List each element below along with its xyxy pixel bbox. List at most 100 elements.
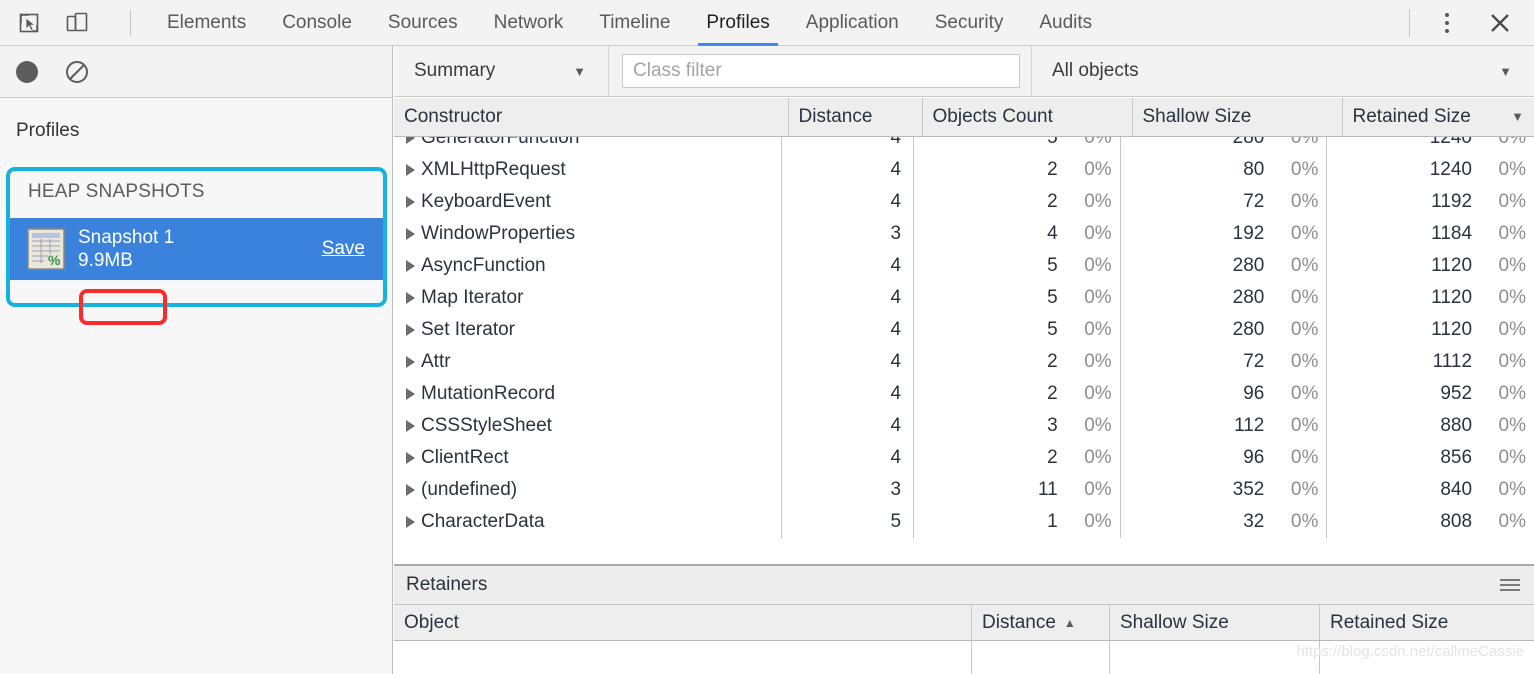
clear-no-entry-icon[interactable] <box>64 59 90 85</box>
cell-shallow-size: 800% <box>1121 154 1328 186</box>
cell-constructor[interactable]: XMLHttpRequest <box>394 154 782 186</box>
tabbar-tabs: Elements Console Sources Network Timelin… <box>149 0 1110 46</box>
triangle-right-icon[interactable] <box>406 164 415 176</box>
triangle-right-icon[interactable] <box>406 324 415 336</box>
objects-scope-select[interactable]: All objects ▼ <box>1031 46 1534 97</box>
cell-distance: 4 <box>782 346 914 378</box>
tab-audits[interactable]: Audits <box>1021 0 1110 46</box>
triangle-right-icon[interactable] <box>406 260 415 272</box>
constructor-name: Set Iterator <box>421 319 515 341</box>
value: 2 <box>914 191 1058 213</box>
cell-retained-size: 8800% <box>1327 410 1534 442</box>
column-header-retained-size[interactable]: Retained Size ▼ <box>1342 98 1534 136</box>
percent: 0% <box>1472 415 1534 437</box>
constructor-name: KeyboardEvent <box>421 191 551 213</box>
cell-constructor[interactable]: Attr <box>394 346 782 378</box>
triangle-right-icon[interactable] <box>406 356 415 368</box>
cell-retained-size: 11920% <box>1327 186 1534 218</box>
triangle-right-icon[interactable] <box>406 137 415 144</box>
value: 96 <box>1121 383 1265 405</box>
column-header-constructor[interactable]: Constructor <box>394 98 788 136</box>
heap-grid: Constructor Distance Objects Count Shall… <box>394 98 1534 606</box>
constructor-name: Attr <box>421 351 451 373</box>
tab-security[interactable]: Security <box>917 0 1022 46</box>
triangle-right-icon[interactable] <box>406 484 415 496</box>
cell-constructor[interactable]: CharacterData <box>394 506 782 538</box>
device-toolbar-icon[interactable] <box>62 8 92 38</box>
percent: 0% <box>1264 511 1326 533</box>
value: 112 <box>1121 415 1265 437</box>
cell-retained-size: 8080% <box>1327 506 1534 538</box>
tab-timeline[interactable]: Timeline <box>581 0 688 46</box>
triangle-right-icon[interactable] <box>406 420 415 432</box>
triangle-right-icon[interactable] <box>406 196 415 208</box>
table-row[interactable]: Map Iterator450%2800%11200% <box>394 282 1534 314</box>
retainers-column-retained-size[interactable]: Retained Size <box>1320 605 1534 640</box>
column-header-distance[interactable]: Distance <box>788 98 922 136</box>
table-row[interactable]: CSSStyleSheet430%1120%8800% <box>394 410 1534 442</box>
column-header-objects-count[interactable]: Objects Count <box>922 98 1132 136</box>
hamburger-menu-icon[interactable] <box>1500 579 1520 591</box>
cell-constructor[interactable]: GeneratorFunction <box>394 137 782 154</box>
cell-distance: 4 <box>782 442 914 474</box>
percent: 0% <box>1058 511 1120 533</box>
table-row[interactable]: XMLHttpRequest420%800%12400% <box>394 154 1534 186</box>
triangle-right-icon[interactable] <box>406 228 415 240</box>
tab-profiles[interactable]: Profiles <box>688 0 787 46</box>
table-row[interactable]: ClientRect420%960%8560% <box>394 442 1534 474</box>
table-row[interactable]: AsyncFunction450%2800%11200% <box>394 250 1534 282</box>
table-row[interactable]: (undefined)3110%3520%8400% <box>394 474 1534 506</box>
cell-constructor[interactable]: AsyncFunction <box>394 250 782 282</box>
cell-constructor[interactable]: (undefined) <box>394 474 782 506</box>
cell-constructor[interactable]: MutationRecord <box>394 378 782 410</box>
sidebar-toolbar <box>0 46 392 98</box>
cell-shallow-size: 2800% <box>1121 314 1328 346</box>
value: 5 <box>914 137 1058 149</box>
percent: 0% <box>1264 319 1326 341</box>
cell-constructor[interactable]: Set Iterator <box>394 314 782 346</box>
inspect-cursor-icon[interactable] <box>14 8 44 38</box>
tab-application[interactable]: Application <box>788 0 917 46</box>
value: 1184 <box>1327 223 1472 245</box>
retainers-column-shallow-size[interactable]: Shallow Size <box>1110 605 1320 640</box>
table-row[interactable]: MutationRecord420%960%9520% <box>394 378 1534 410</box>
cell-constructor[interactable]: CSSStyleSheet <box>394 410 782 442</box>
tab-network[interactable]: Network <box>476 0 582 46</box>
table-row[interactable]: GeneratorFunction450%2800%12400% <box>394 137 1534 154</box>
triangle-right-icon[interactable] <box>406 452 415 464</box>
cell-constructor[interactable]: Map Iterator <box>394 282 782 314</box>
class-filter-input[interactable] <box>622 54 1020 88</box>
triangle-right-icon[interactable] <box>406 388 415 400</box>
cell-constructor[interactable]: KeyboardEvent <box>394 186 782 218</box>
table-row[interactable]: Attr420%720%11120% <box>394 346 1534 378</box>
view-mode-select[interactable]: Summary ▼ <box>394 46 609 97</box>
value: 280 <box>1121 255 1265 277</box>
cell-retained-size: 11200% <box>1327 250 1534 282</box>
retainers-column-distance[interactable]: Distance ▲ <box>972 605 1110 640</box>
table-row[interactable]: CharacterData510%320%8080% <box>394 506 1534 538</box>
cell-constructor[interactable]: WindowProperties <box>394 218 782 250</box>
close-icon[interactable] <box>1484 7 1516 39</box>
save-snapshot-link[interactable]: Save <box>322 238 371 260</box>
percent: 0% <box>1472 223 1534 245</box>
cell-shallow-size: 2800% <box>1121 282 1328 314</box>
tab-sources[interactable]: Sources <box>370 0 476 46</box>
tab-elements[interactable]: Elements <box>149 0 264 46</box>
value: 1120 <box>1327 255 1472 277</box>
triangle-right-icon[interactable] <box>406 292 415 304</box>
record-dot-icon[interactable] <box>16 61 38 83</box>
value: 280 <box>1121 137 1265 149</box>
triangle-right-icon[interactable] <box>406 516 415 528</box>
retainers-column-object[interactable]: Object <box>394 605 972 640</box>
snapshot-list-item[interactable]: % Snapshot 1 9.9MB Save <box>10 218 383 280</box>
tab-console[interactable]: Console <box>264 0 370 46</box>
table-row[interactable]: WindowProperties340%1920%11840% <box>394 218 1534 250</box>
cell-constructor[interactable]: ClientRect <box>394 442 782 474</box>
table-row[interactable]: KeyboardEvent420%720%11920% <box>394 186 1534 218</box>
kebab-menu-icon[interactable] <box>1432 8 1462 38</box>
column-header-shallow-size[interactable]: Shallow Size <box>1132 98 1342 136</box>
value: 1120 <box>1327 319 1472 341</box>
table-row[interactable]: Set Iterator450%2800%11200% <box>394 314 1534 346</box>
sidebar-heading: Profiles <box>0 98 392 158</box>
value: 808 <box>1327 511 1472 533</box>
